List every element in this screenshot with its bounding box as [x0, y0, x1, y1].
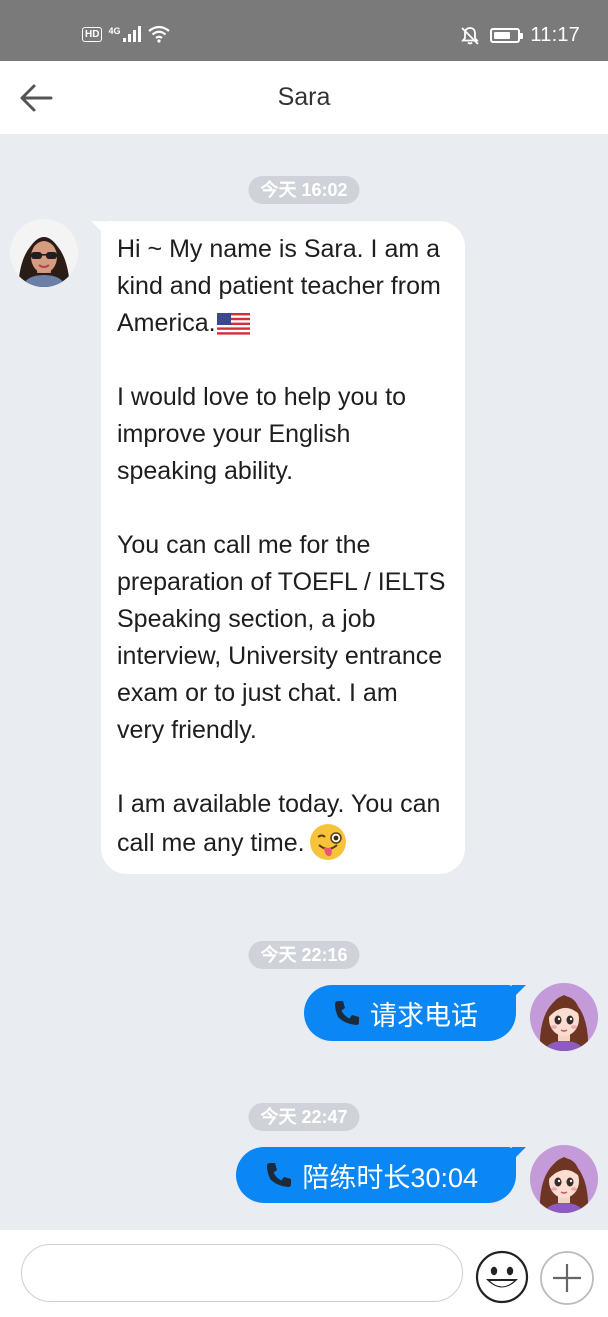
- message-paragraph: I am available today. You can call me an…: [117, 786, 449, 862]
- timestamp: 今天 16:02: [248, 176, 360, 204]
- status-bar: HD 4G 11:17: [0, 0, 608, 61]
- status-time: 11:17: [530, 24, 580, 46]
- message-paragraph: Hi ~ My name is Sara. I am a kind and pa…: [117, 231, 449, 342]
- user-avatar[interactable]: [530, 1145, 598, 1213]
- status-right-group: 11:17: [460, 24, 580, 47]
- plus-icon: [540, 1251, 594, 1305]
- smiley-icon: [475, 1250, 529, 1304]
- message-text: Hi ~ My name is Sara. I am a kind and pa…: [117, 235, 441, 337]
- call-request-text: 请求电话: [370, 1000, 478, 1031]
- more-button[interactable]: [539, 1250, 595, 1306]
- timestamp: 今天 22:47: [248, 1103, 360, 1131]
- hd-badge: HD: [82, 26, 103, 42]
- input-bar: [0, 1230, 608, 1317]
- chat-header: Sara: [0, 61, 608, 134]
- phone-icon: [267, 1163, 292, 1187]
- call-duration-bubble[interactable]: 陪练时长30:04: [236, 1147, 526, 1203]
- signal-icon: [123, 26, 142, 42]
- timestamp: 今天 22:16: [248, 941, 360, 969]
- phone-icon: [335, 1001, 359, 1025]
- status-left-group: HD 4G: [82, 25, 171, 43]
- call-request-bubble[interactable]: 请求电话: [304, 985, 526, 1041]
- message-text: I am available today. You can call me an…: [117, 790, 441, 857]
- call-duration-text: 陪练时长30:04: [302, 1162, 478, 1193]
- contact-avatar[interactable]: [10, 219, 78, 287]
- emoji-button[interactable]: [475, 1250, 529, 1304]
- us-flag-icon: [216, 313, 250, 335]
- battery-icon: [490, 28, 524, 43]
- user-avatar[interactable]: [530, 983, 598, 1051]
- wifi-icon: [148, 25, 171, 43]
- winking-face-tongue-icon: [309, 824, 346, 860]
- message-input[interactable]: [21, 1244, 463, 1302]
- contact-name: Sara: [277, 83, 331, 111]
- message-paragraph: You can call me for the preparation of T…: [117, 531, 446, 744]
- mute-bell-icon: [461, 26, 480, 45]
- network-type: 4G: [108, 25, 121, 36]
- incoming-message-bubble[interactable]: Hi ~ My name is Sara. I am a kind and pa…: [91, 221, 465, 874]
- message-paragraph: I would love to help you to improve your…: [117, 383, 407, 485]
- chat-area[interactable]: 今天 16:02 Hi ~ My name is Sara. I am a ki…: [0, 134, 608, 1230]
